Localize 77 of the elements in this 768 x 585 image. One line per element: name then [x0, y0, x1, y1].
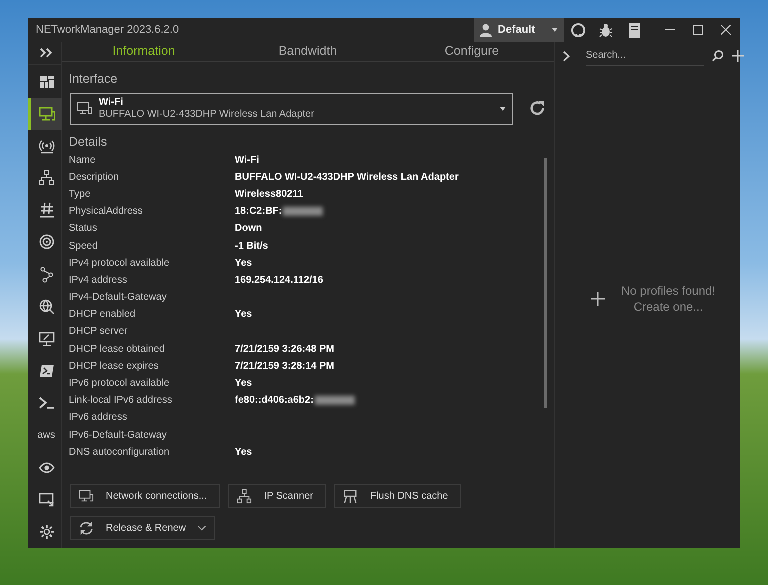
empty-message: No profiles found! [621, 283, 716, 299]
field-label: IPv6-Default-Gateway [69, 428, 168, 443]
monitor-icon [79, 488, 94, 504]
field-label: DHCP lease obtained [69, 342, 166, 357]
terminal-icon [38, 395, 54, 412]
field-label: DHCP enabled [69, 308, 137, 322]
route-icon [38, 266, 54, 283]
field-label: DHCP lease expires [69, 360, 160, 374]
field-value: 7/21/2159 3:28:14 PM [235, 360, 335, 374]
hash-icon [38, 202, 54, 218]
field-label: Link-local IPv6 address [69, 394, 174, 408]
field-value: Wireless80211 [235, 188, 304, 202]
field-label: IPv4-Default-Gateway [69, 291, 168, 306]
search-icon[interactable] [712, 50, 724, 62]
field-value: 169.254.124.112/16 [235, 274, 324, 288]
tab[interactable]: Bandwidth [226, 42, 390, 61]
add-icon[interactable] [732, 50, 744, 62]
field-label: IPv4 protocol available [69, 256, 171, 271]
refresh-icon [79, 520, 94, 536]
refresh-icon[interactable] [529, 100, 546, 118]
field-value: Yes [235, 446, 252, 460]
chevron-icon[interactable] [563, 50, 570, 62]
sidebar-item[interactable] [28, 98, 62, 130]
sidebar-item[interactable]: aws [28, 419, 62, 452]
field-value: 7/21/2159 3:26:48 PM [235, 342, 335, 357]
field-value: 18:C2:BF: [235, 205, 282, 220]
action-button[interactable]: IP Scanner [228, 484, 326, 508]
antenna-icon [38, 138, 54, 154]
scrollbar[interactable] [544, 158, 547, 408]
caret-icon [500, 106, 506, 111]
monitor-icon [38, 106, 54, 122]
field-value: fe80::d406:a6b2: [235, 394, 314, 408]
dashboard-icon [38, 74, 54, 90]
field-value: -1 Bit/s [235, 240, 268, 254]
interface-description: BUFFALO WI-U2-433DHP Wireless Lan Adapter [99, 108, 316, 121]
field-label: Name [69, 154, 97, 168]
globe-search-icon [38, 298, 54, 315]
interface-dropdown[interactable]: Wi-Fi BUFFALO WI-U2-433DHP Wireless Lan Adapter [70, 92, 513, 125]
field-value: Yes [235, 308, 252, 322]
field-label: Status [69, 222, 98, 236]
tab[interactable]: Information [62, 42, 226, 61]
action-button[interactable]: Network connections... [70, 484, 220, 508]
window-title: NETworkManager 2023.6.2.0 [35, 22, 180, 38]
profile-dropdown[interactable]: Default [474, 18, 564, 42]
gear-icon [38, 524, 54, 540]
field-label: Type [69, 188, 92, 202]
field-label: Description [69, 170, 120, 185]
field-value: Down [235, 222, 262, 236]
action-button[interactable]: Release & Renew [70, 516, 216, 540]
tab[interactable]: Configure [390, 42, 554, 61]
screen-share-icon [38, 492, 54, 508]
interface-name: Wi-Fi [99, 96, 124, 109]
field-value: BUFFALO WI-U2-433DHP Wireless Lan Adapter [235, 170, 459, 185]
field-label: IPv6 protocol available [69, 377, 171, 392]
field-label: IPv4 address [69, 274, 128, 288]
add-icon[interactable] [591, 292, 606, 306]
caret-icon [198, 526, 206, 530]
section-heading: Interface [68, 71, 119, 88]
network-icon [38, 170, 54, 186]
network-adapter-icon [77, 102, 93, 116]
field-label: PhysicalAddress [69, 205, 144, 220]
field-label: IPv6 address [69, 411, 128, 426]
field-value: Yes [235, 256, 252, 271]
remote-desktop-icon [38, 330, 54, 347]
powershell-icon [38, 363, 54, 380]
create-profile-link[interactable]: Create one... [621, 299, 716, 315]
caret-icon [552, 28, 558, 32]
action-button[interactable]: Flush DNS cache [334, 484, 462, 508]
field-label: Speed [69, 240, 99, 254]
field-label: DNS autoconfiguration [69, 446, 171, 460]
search-field[interactable]: Search... [586, 46, 704, 66]
section-heading: Details [68, 134, 108, 151]
field-value: Yes [235, 377, 252, 392]
network-icon [237, 488, 252, 504]
user-icon [480, 24, 492, 36]
field-value: Wi-Fi [235, 154, 260, 168]
field-label: DHCP server [69, 325, 129, 340]
